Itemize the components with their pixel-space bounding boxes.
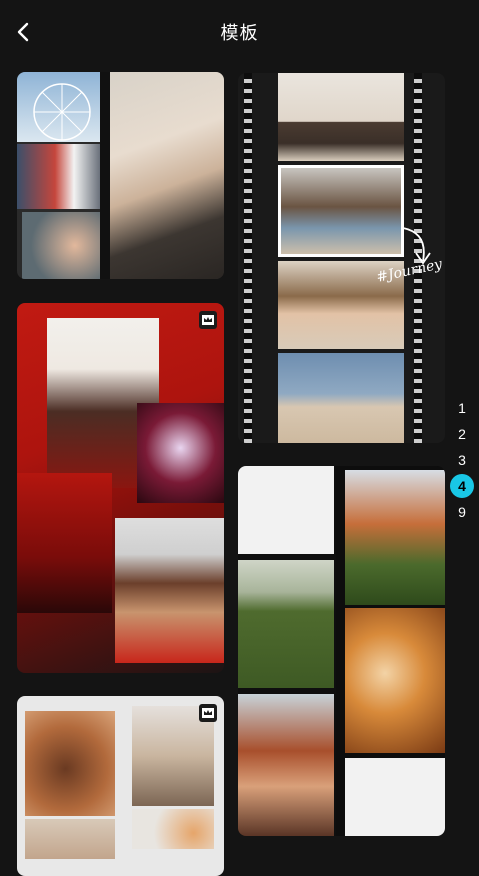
template-card-film-grass-collage[interactable] bbox=[238, 466, 445, 836]
page-index-item[interactable]: 9 bbox=[450, 500, 474, 524]
photo-woman-upside-down bbox=[345, 470, 445, 605]
photo-legs-sand bbox=[278, 353, 404, 443]
photo-blank-white-bottom bbox=[345, 758, 445, 836]
template-card-leaf-film-collage[interactable] bbox=[17, 696, 224, 876]
photo-woman-sitting bbox=[278, 165, 404, 257]
photo-ferris-wheel bbox=[17, 72, 107, 142]
crown-icon bbox=[202, 708, 214, 718]
crown-icon bbox=[202, 315, 214, 325]
page-title: 模板 bbox=[220, 23, 259, 44]
template-card-film-strip-journey[interactable]: #Journey bbox=[238, 73, 445, 443]
premium-crown-badge bbox=[199, 704, 217, 722]
arrow-doodle-icon bbox=[402, 227, 431, 265]
premium-crown-badge bbox=[199, 311, 217, 329]
photo-curly-hair-woman bbox=[115, 518, 224, 663]
photo-woman-beach-1 bbox=[278, 73, 404, 161]
photo-face-closeup bbox=[22, 212, 110, 279]
photo-grapefruit bbox=[132, 809, 214, 849]
photo-dancer-red bbox=[137, 403, 224, 503]
photo-woman-red-dress bbox=[17, 473, 112, 613]
photo-woman-grass bbox=[238, 560, 334, 688]
photo-blank-white-top bbox=[238, 466, 334, 554]
photo-redhead-portrait bbox=[238, 694, 334, 836]
page-index-item[interactable]: 3 bbox=[450, 448, 474, 472]
template-card-ferris-collage[interactable] bbox=[17, 72, 224, 279]
page-index-item-active[interactable]: 4 bbox=[450, 474, 474, 498]
photo-orange-blur bbox=[345, 608, 445, 753]
photo-leaf bbox=[25, 711, 115, 816]
top-bar: 模板 bbox=[0, 0, 479, 64]
page-index: 1 2 3 4 9 bbox=[450, 396, 476, 526]
film-edge bbox=[100, 72, 110, 279]
template-card-red-fashion-collage[interactable] bbox=[17, 303, 224, 673]
page-index-item[interactable]: 1 bbox=[450, 396, 474, 420]
photo-hand-bottom bbox=[25, 819, 115, 859]
page-index-item[interactable]: 2 bbox=[450, 422, 474, 446]
photo-blonde-woman bbox=[107, 72, 224, 279]
photo-street-scene bbox=[17, 144, 112, 209]
film-sprocket-left bbox=[244, 73, 252, 443]
